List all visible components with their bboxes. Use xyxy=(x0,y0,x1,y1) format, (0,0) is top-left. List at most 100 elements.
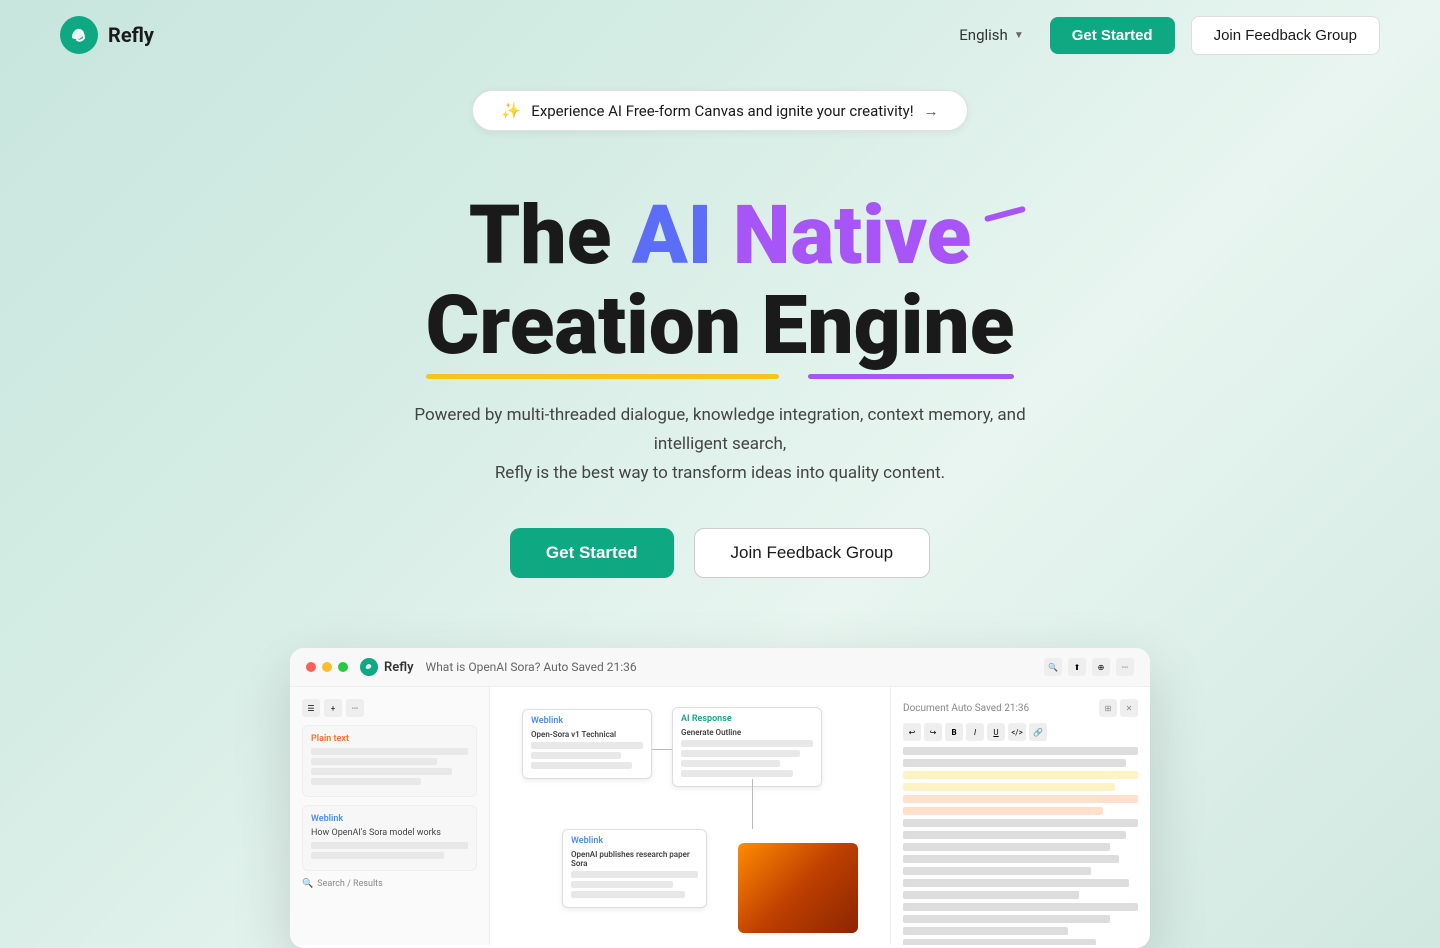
refly-logo-icon xyxy=(60,16,98,54)
app-screenshot: Refly What is OpenAI Sora? Auto Saved 21… xyxy=(290,648,1150,948)
doc-l1 xyxy=(903,747,1138,755)
card-weblink-text-1: How OpenAI's Sora model works xyxy=(311,828,468,838)
hero-title: The AI Native Creation Engine xyxy=(20,191,1420,371)
format-bold[interactable]: B xyxy=(945,723,963,741)
format-italic[interactable]: I xyxy=(966,723,984,741)
dash-decoration xyxy=(984,206,1026,223)
format-undo[interactable]: ↩ xyxy=(903,723,921,741)
card-tag-weblink-1: Weblink xyxy=(311,814,343,824)
canvas-ai-l3 xyxy=(681,760,780,767)
language-selector[interactable]: English ▼ xyxy=(949,20,1033,50)
canvas-research-l3 xyxy=(571,891,685,898)
hero-subtitle: Powered by multi-threaded dialogue, know… xyxy=(380,401,1060,488)
card-wl-line-1 xyxy=(311,842,468,849)
doc-l4 xyxy=(903,831,1126,839)
search-bar[interactable]: 🔍 Search / Results xyxy=(302,879,477,889)
canvas-ai-l4 xyxy=(681,770,793,777)
maximize-window-dot xyxy=(338,662,348,672)
search-label: Search / Results xyxy=(317,879,383,889)
hero-ai: AI xyxy=(632,188,713,284)
doc-l5 xyxy=(903,843,1110,851)
canvas-card-1-title: Weblink xyxy=(531,716,643,726)
hero-section: The AI Native Creation Engine Powered by… xyxy=(0,131,1440,598)
logo-text: Refly xyxy=(108,23,154,47)
hero-native: Native xyxy=(733,188,971,284)
doc-l13 xyxy=(903,939,1096,945)
doc-icon-close[interactable]: ✕ xyxy=(1120,699,1138,717)
app-icon-zoom[interactable]: ⊕ xyxy=(1092,658,1110,676)
banner-inner[interactable]: ✨ Experience AI Free-form Canvas and ign… xyxy=(472,90,967,131)
hero-get-started-button[interactable]: Get Started xyxy=(510,528,674,578)
app-topbar-actions: 🔍 ⬆ ⊕ ··· xyxy=(1044,658,1134,676)
doc-l6 xyxy=(903,855,1119,863)
canvas-ai-l2 xyxy=(681,750,800,757)
app-logo-small: Refly xyxy=(360,658,414,676)
image-placeholder-inner xyxy=(738,843,858,933)
canvas-ai-l1 xyxy=(681,740,813,747)
format-link[interactable]: 🔗 xyxy=(1029,723,1047,741)
hero-feedback-button[interactable]: Join Feedback Group xyxy=(694,528,931,578)
app-canvas: Weblink Open-Sora v1 Technical AI Respon… xyxy=(490,687,890,945)
app-breadcrumb: What is OpenAI Sora? Auto Saved 21:36 xyxy=(426,660,637,674)
window-controls xyxy=(306,662,348,672)
app-sidebar: ☰ + ··· Plain text Weblink How OpenAI's … xyxy=(290,687,490,945)
sidebar-menu-icon[interactable]: ☰ xyxy=(302,699,320,717)
card-wl-line-2 xyxy=(311,852,444,859)
app-icon-search[interactable]: 🔍 xyxy=(1044,658,1062,676)
language-label: English xyxy=(959,26,1008,44)
doc-l12 xyxy=(903,927,1068,935)
doc-l11 xyxy=(903,915,1110,923)
sidebar-more-icon[interactable]: ··· xyxy=(346,699,364,717)
format-underline[interactable]: U xyxy=(987,723,1005,741)
doc-l8 xyxy=(903,879,1129,887)
canvas-card-1-l1 xyxy=(531,742,643,749)
canvas-card-1: Weblink Open-Sora v1 Technical xyxy=(522,709,652,779)
navbar: Refly English ▼ Get Started Join Feedbac… xyxy=(0,0,1440,70)
canvas-card-ai-response: AI Response Generate Outline xyxy=(672,707,822,787)
app-icon-share[interactable]: ⬆ xyxy=(1068,658,1086,676)
canvas-card-1-text: Open-Sora v1 Technical xyxy=(531,730,643,739)
nav-feedback-button[interactable]: Join Feedback Group xyxy=(1191,16,1380,55)
doc-highlight-1 xyxy=(903,771,1138,779)
doc-icon-expand[interactable]: ⊞ xyxy=(1099,699,1117,717)
canvas-tag-weblink-2: Weblink xyxy=(531,716,563,726)
format-code[interactable]: </> xyxy=(1008,723,1026,741)
purple-underline-decoration xyxy=(808,374,1014,379)
app-content: ☰ + ··· Plain text Weblink How OpenAI's … xyxy=(290,687,1150,945)
canvas-card-1-l3 xyxy=(531,762,632,769)
card-line-4 xyxy=(311,778,421,785)
yellow-underline-decoration xyxy=(426,374,779,379)
announcement-banner[interactable]: ✨ Experience AI Free-form Canvas and ign… xyxy=(0,90,1440,131)
doc-title-bar: Document Auto Saved 21:36 ⊞ ✕ xyxy=(903,699,1138,717)
doc-l7 xyxy=(903,867,1091,875)
card-line-2 xyxy=(311,758,437,765)
doc-content xyxy=(903,747,1138,945)
doc-l3 xyxy=(903,819,1138,827)
hero-title-row1: The AI Native xyxy=(469,191,972,281)
nav-get-started-button[interactable]: Get Started xyxy=(1050,17,1175,54)
card-weblink-title-1: Weblink xyxy=(311,814,468,824)
logo-area[interactable]: Refly xyxy=(60,16,154,54)
hero-subtitle-line2: Refly is the best way to transform ideas… xyxy=(495,463,945,483)
card-weblink-1: Weblink How OpenAI's Sora model works xyxy=(302,805,477,871)
doc-highlight-4 xyxy=(903,807,1103,815)
app-topbar: Refly What is OpenAI Sora? Auto Saved 21… xyxy=(290,648,1150,687)
canvas-tag-ai: AI Response xyxy=(681,714,732,724)
canvas-card-ai-text: Generate Outline xyxy=(681,728,813,737)
canvas-tag-weblink-research: Weblink xyxy=(571,836,603,846)
hero-creation-engine: Creation Engine xyxy=(426,278,1015,374)
chevron-down-icon: ▼ xyxy=(1014,30,1024,41)
sidebar-add-icon[interactable]: + xyxy=(324,699,342,717)
canvas-card-ai-title: AI Response xyxy=(681,714,813,724)
close-window-dot xyxy=(306,662,316,672)
app-right-panel: Document Auto Saved 21:36 ⊞ ✕ ↩ ↪ B I U … xyxy=(890,687,1150,945)
format-redo[interactable]: ↪ xyxy=(924,723,942,741)
app-icon-more[interactable]: ··· xyxy=(1116,658,1134,676)
app-logo-icon-small xyxy=(360,658,378,676)
doc-highlight-3 xyxy=(903,795,1138,803)
connector-1 xyxy=(652,749,672,750)
canvas-bottom-image xyxy=(738,843,858,933)
doc-l2 xyxy=(903,759,1126,767)
hero-the: The xyxy=(469,188,612,284)
app-logo-text: Refly xyxy=(384,660,414,675)
